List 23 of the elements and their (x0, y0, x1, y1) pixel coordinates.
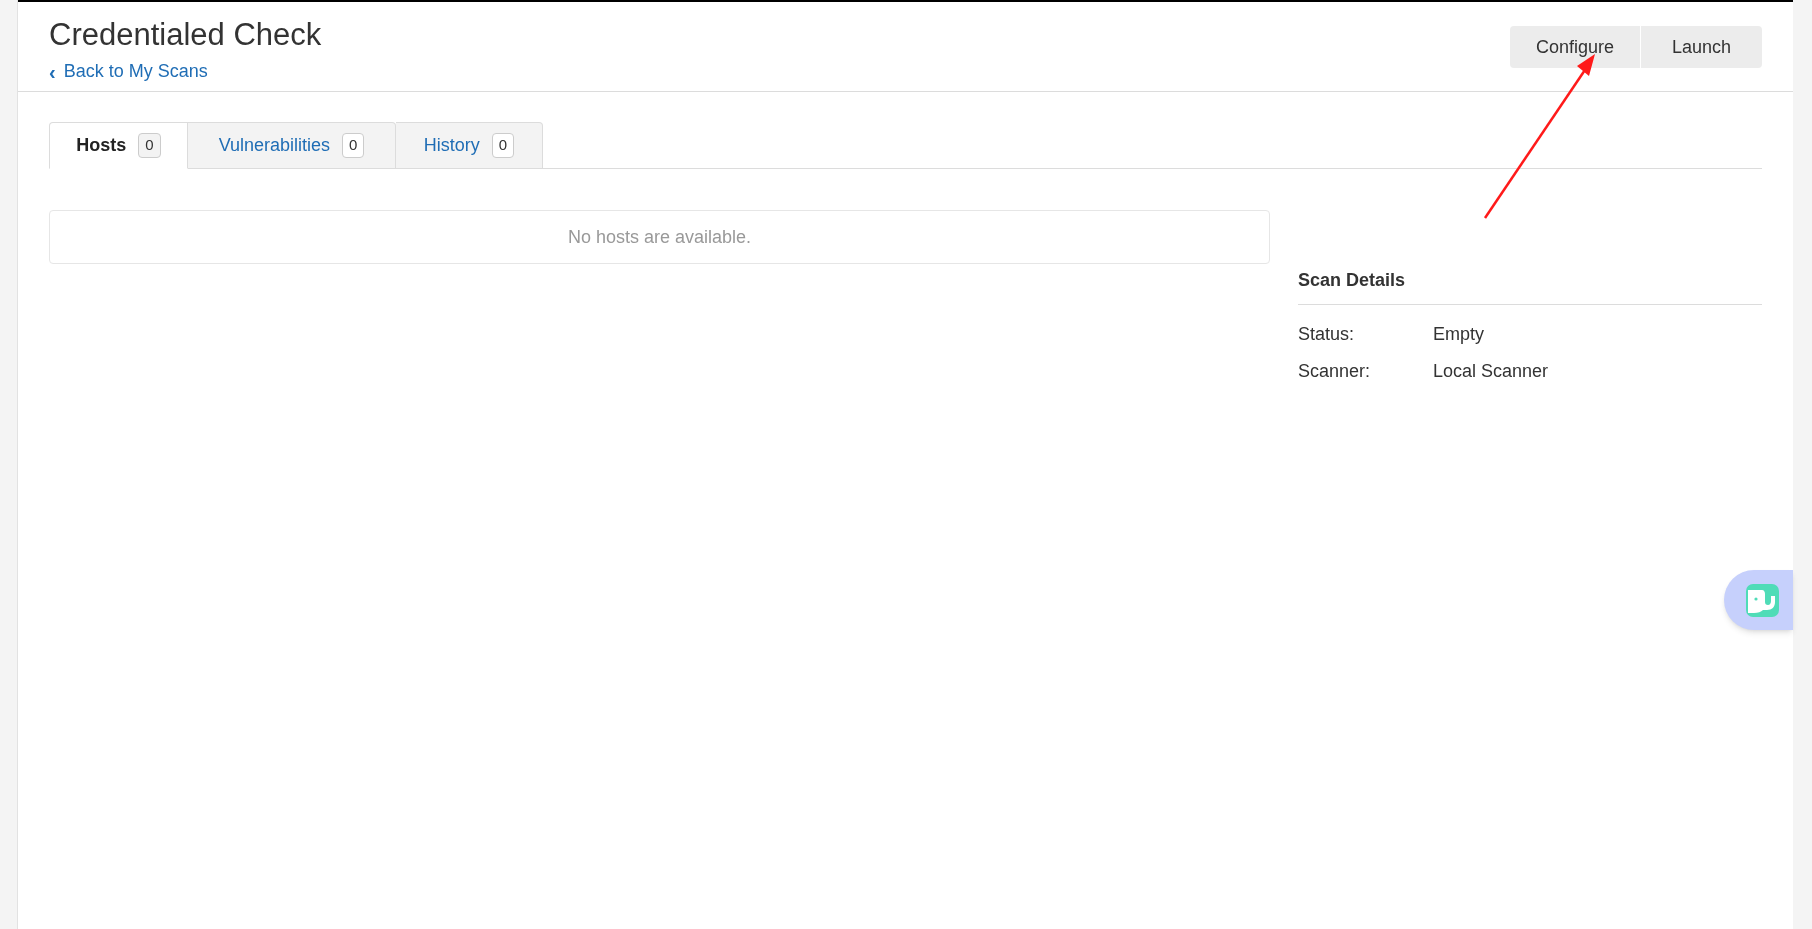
action-button[interactable]: Configure (1510, 26, 1640, 68)
detail-value: Local Scanner (1433, 360, 1549, 383)
back-link[interactable]: ‹ Back to My Scans (49, 58, 208, 85)
tab[interactable]: Hosts 0 (49, 122, 188, 169)
section-heading: Scan Details (1298, 267, 1762, 305)
count-badge: 0 (491, 133, 515, 158)
count-badge: 0 (342, 133, 365, 158)
floating-widget[interactable] (1724, 570, 1793, 630)
count-badge: 0 (138, 133, 161, 158)
elephant-icon (1746, 583, 1779, 617)
chevron-left-icon: ‹ (49, 61, 56, 82)
tab[interactable]: Vulnerabilities 0 (188, 122, 396, 169)
detail-label: Scanner: (1298, 360, 1372, 383)
detail-label: Status: (1298, 323, 1356, 346)
tab-label: History (423, 134, 480, 157)
tab-label: Hosts (76, 134, 127, 157)
action-button[interactable]: Launch (1641, 26, 1762, 68)
detail-value: Empty (1433, 323, 1484, 346)
back-link-label: Back to My Scans (63, 60, 208, 83)
empty-message: No hosts are available. (567, 225, 752, 249)
page-title: Credentialed Check (49, 16, 322, 54)
tab[interactable]: History 0 (396, 122, 543, 169)
tab-label: Vulnerabilities (218, 134, 331, 157)
